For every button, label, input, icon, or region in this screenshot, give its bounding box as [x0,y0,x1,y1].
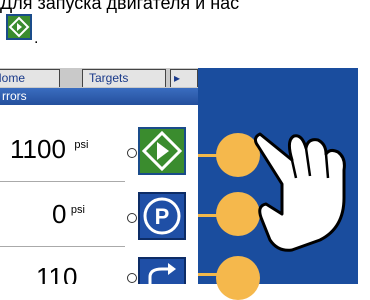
status-indicator-2 [127,213,137,223]
status-indicator-3 [127,273,137,283]
pressure-readout-2: 0 psi [52,199,85,230]
hmi-screen: Home Targets ▸ rrors 1100 psi 0 psi P 11… [0,68,198,284]
start-button[interactable] [138,127,186,175]
pressure-unit: psi [70,204,85,216]
errors-bar[interactable]: rrors [0,88,198,105]
instruction-caption: Для запуска двигателя и нас [0,0,240,13]
pressure-value: 110 [36,262,78,284]
park-letter: P [155,204,170,229]
pointing-hand-icon [253,132,346,252]
tab-bar: Home Targets ▸ [0,68,198,89]
tab-home[interactable]: Home [0,69,60,87]
start-icon [141,130,183,172]
row-divider [0,246,125,247]
pressure-readout-3: 110 [36,262,77,284]
park-button[interactable]: P [138,192,186,240]
park-icon: P [143,197,181,235]
tab-targets[interactable]: Targets [82,69,166,87]
pressure-unit: psi [74,139,89,151]
start-icon [6,14,32,40]
reset-button[interactable] [138,257,186,284]
status-indicator-1 [127,148,137,158]
pressure-value: 0 [52,199,67,229]
row-divider [0,181,125,182]
reset-icon [148,263,176,284]
caption-period: . [34,30,39,47]
pressure-readout-1: 1100 psi [10,134,88,165]
pressure-value: 1100 [10,134,66,164]
tab-next[interactable]: ▸ [170,69,198,87]
softkey-3[interactable] [216,256,260,300]
